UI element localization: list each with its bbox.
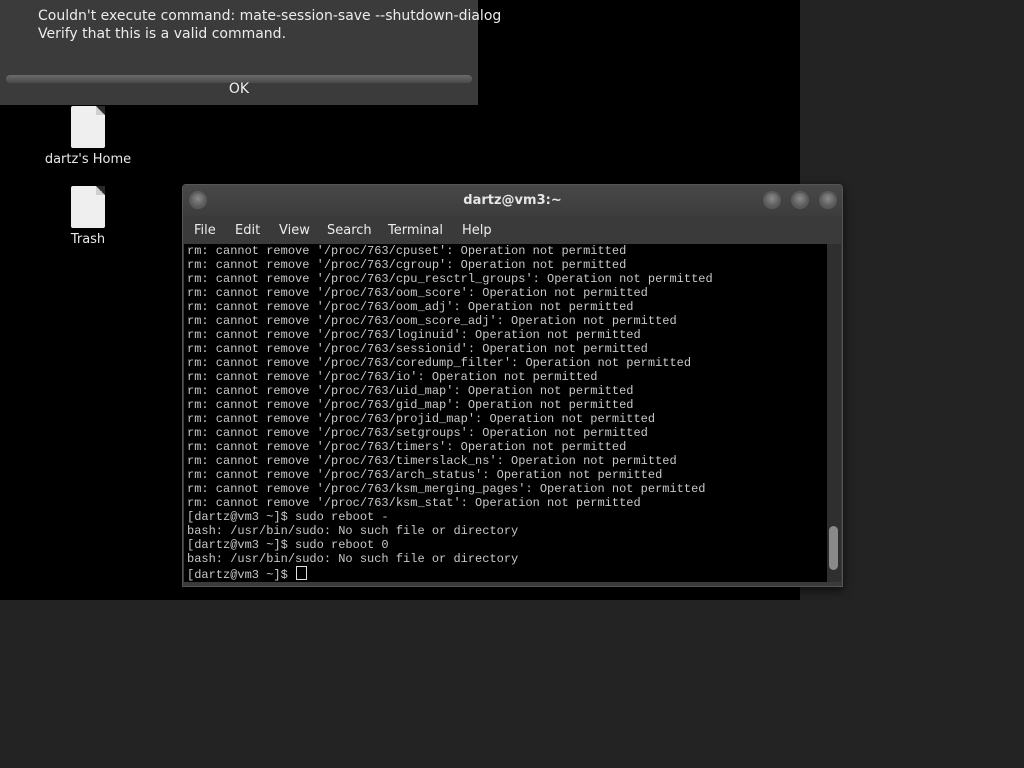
ok-button[interactable]: OK bbox=[0, 79, 478, 99]
desktop-icon-label: dartz's Home bbox=[44, 152, 132, 167]
terminal-lines: rm: cannot remove '/proc/763/cpuset': Op… bbox=[184, 244, 827, 582]
terminal-line: rm: cannot remove '/proc/763/setgroups':… bbox=[187, 426, 648, 440]
text-cursor bbox=[296, 566, 308, 580]
terminal-line: rm: cannot remove '/proc/763/coredump_fi… bbox=[187, 356, 692, 370]
menu-bar: File Edit View Search Terminal Help bbox=[183, 217, 842, 244]
window-menu-icon[interactable] bbox=[189, 191, 207, 209]
close-icon[interactable] bbox=[819, 191, 837, 209]
terminal-titlebar[interactable]: dartz@vm3:~ bbox=[183, 185, 842, 217]
terminal-line: rm: cannot remove '/proc/763/timerslack_… bbox=[187, 454, 677, 468]
terminal-line: rm: cannot remove '/proc/763/ksm_stat': … bbox=[187, 496, 641, 510]
desktop-icon-trash[interactable]: Trash bbox=[38, 186, 138, 248]
terminal-line: rm: cannot remove '/proc/763/projid_map'… bbox=[187, 412, 656, 426]
terminal-line: bash: /usr/bin/sudo: No such file or dir… bbox=[187, 524, 519, 538]
terminal-line: rm: cannot remove '/proc/763/uid_map': O… bbox=[187, 384, 634, 398]
file-icon bbox=[71, 186, 105, 228]
menu-edit[interactable]: Edit bbox=[235, 217, 260, 244]
window-title: dartz@vm3:~ bbox=[463, 193, 562, 208]
terminal-window: dartz@vm3:~ File Edit View Search Termin… bbox=[182, 184, 843, 587]
terminal-line: rm: cannot remove '/proc/763/io': Operat… bbox=[187, 370, 598, 384]
error-dialog: Couldn't execute command: mate-session-s… bbox=[0, 0, 501, 105]
terminal-line: bash: /usr/bin/sudo: No such file or dir… bbox=[187, 552, 519, 566]
menu-terminal[interactable]: Terminal bbox=[388, 217, 443, 244]
terminal-output[interactable]: rm: cannot remove '/proc/763/cpuset': Op… bbox=[184, 244, 827, 582]
menu-view[interactable]: View bbox=[279, 217, 310, 244]
terminal-line: rm: cannot remove '/proc/763/cpu_resctrl… bbox=[187, 272, 713, 286]
terminal-line: rm: cannot remove '/proc/763/arch_status… bbox=[187, 468, 663, 482]
terminal-line: rm: cannot remove '/proc/763/oom_score':… bbox=[187, 286, 648, 300]
terminal-line: rm: cannot remove '/proc/763/gid_map': O… bbox=[187, 398, 634, 412]
desktop-icon-home[interactable]: dartz's Home bbox=[38, 106, 138, 168]
terminal-prompt: [dartz@vm3 ~]$ bbox=[187, 568, 296, 582]
maximize-icon[interactable] bbox=[791, 191, 809, 209]
scrollbar[interactable] bbox=[827, 244, 841, 582]
terminal-line: [dartz@vm3 ~]$ sudo reboot - bbox=[187, 510, 389, 524]
terminal-line: rm: cannot remove '/proc/763/ksm_merging… bbox=[187, 482, 706, 496]
terminal-line: rm: cannot remove '/proc/763/oom_score_a… bbox=[187, 314, 677, 328]
terminal-line: rm: cannot remove '/proc/763/cgroup': Op… bbox=[187, 258, 627, 272]
menu-file[interactable]: File bbox=[194, 217, 216, 244]
terminal-line: rm: cannot remove '/proc/763/cpuset': Op… bbox=[187, 244, 627, 258]
terminal-line: rm: cannot remove '/proc/763/sessionid':… bbox=[187, 342, 648, 356]
menu-help[interactable]: Help bbox=[462, 217, 492, 244]
minimize-icon[interactable] bbox=[763, 191, 781, 209]
terminal-prompt-line: [dartz@vm3 ~]$ bbox=[187, 566, 827, 582]
terminal-line: rm: cannot remove '/proc/763/loginuid': … bbox=[187, 328, 641, 342]
terminal-line: rm: cannot remove '/proc/763/oom_adj': O… bbox=[187, 300, 634, 314]
dialog-message-line2: Verify that this is a valid command. bbox=[38, 26, 287, 42]
file-icon bbox=[71, 106, 105, 148]
dialog-message-line1: Couldn't execute command: mate-session-s… bbox=[38, 8, 502, 24]
terminal-line: rm: cannot remove '/proc/763/timers': Op… bbox=[187, 440, 627, 454]
desktop-icon-label: Trash bbox=[70, 232, 106, 247]
terminal-line: [dartz@vm3 ~]$ sudo reboot 0 bbox=[187, 538, 389, 552]
menu-search[interactable]: Search bbox=[327, 217, 372, 244]
scrollbar-thumb[interactable] bbox=[829, 526, 838, 570]
